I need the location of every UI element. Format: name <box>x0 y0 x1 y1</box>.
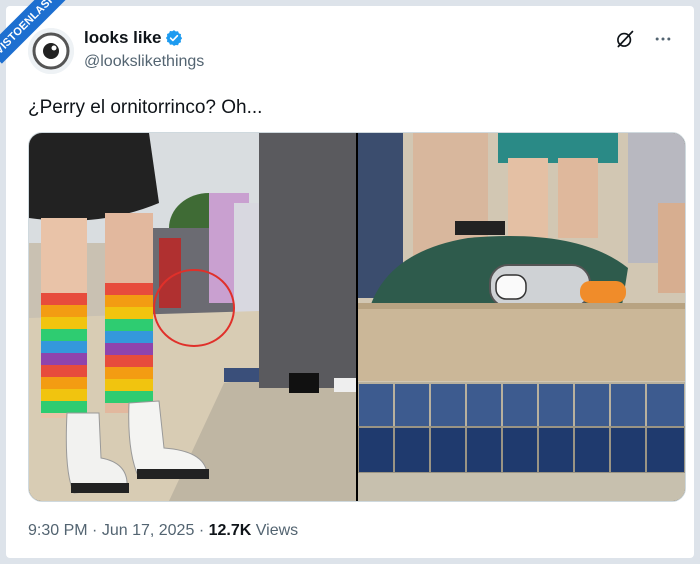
views-count: 12.7K <box>208 522 252 539</box>
verified-badge-icon <box>165 29 183 47</box>
grok-icon[interactable] <box>614 28 636 50</box>
display-name[interactable]: looks like <box>84 28 161 48</box>
author-name-row: looks like <box>84 28 183 48</box>
author-handle[interactable]: @lookslikethings <box>84 53 204 71</box>
meta-separator: · <box>198 522 205 539</box>
avatar[interactable] <box>28 28 74 74</box>
header-actions <box>614 28 674 50</box>
tweet-meta: 9:30 PM · Jun 17, 2025 · 12.7K Views <box>28 522 298 540</box>
tweet-text: ¿Perry el ornitorrinco? Oh... <box>28 97 263 118</box>
tweet-time[interactable]: 9:30 PM <box>28 522 88 539</box>
media-grid <box>28 132 686 502</box>
media-photo-2[interactable] <box>358 133 685 501</box>
media-photo-1[interactable] <box>29 133 356 501</box>
meta-separator: · <box>92 522 98 539</box>
views-label: Views <box>255 522 299 539</box>
more-icon[interactable] <box>652 28 674 50</box>
tweet-date[interactable]: Jun 17, 2025 <box>102 522 195 539</box>
tweet-card: looks like @lookslikethings ¿Perry el or… <box>6 6 694 558</box>
